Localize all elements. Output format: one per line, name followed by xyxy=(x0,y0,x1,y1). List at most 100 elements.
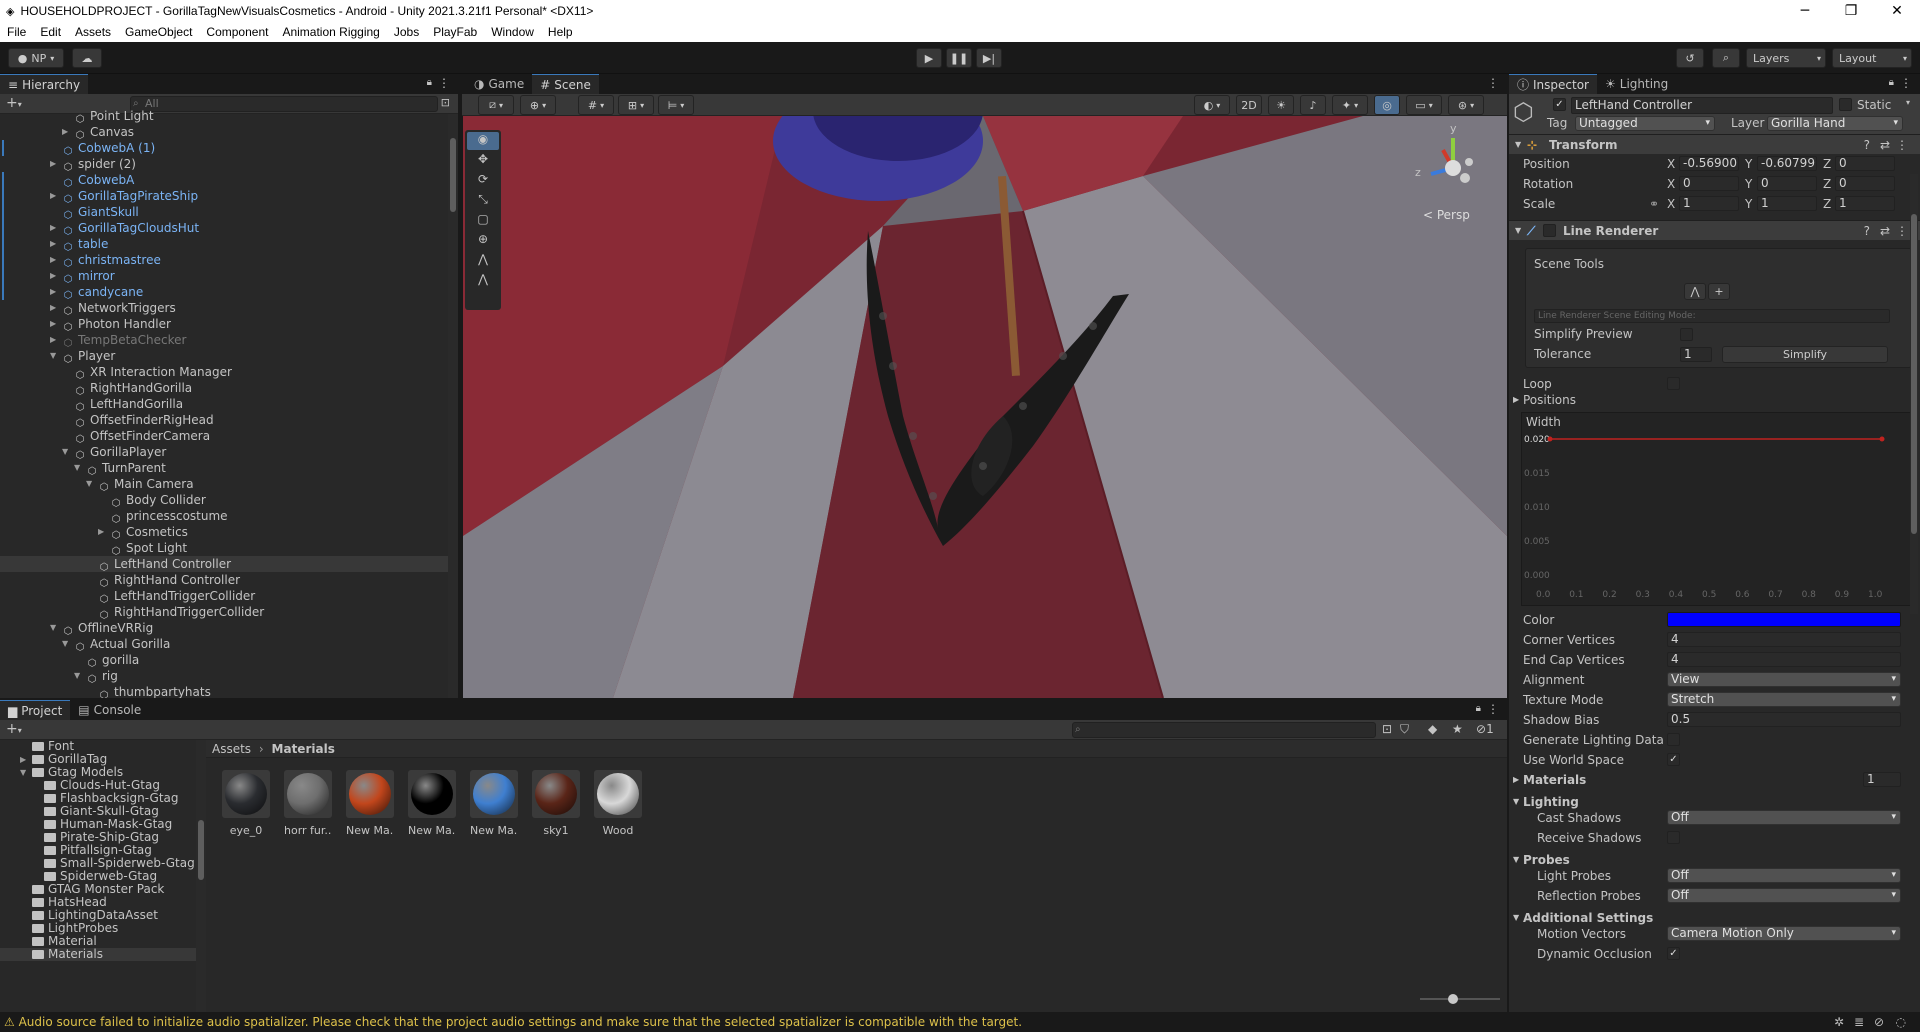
width-curve-key[interactable] xyxy=(1879,436,1885,442)
tag-dropdown[interactable]: Untagged xyxy=(1575,116,1715,131)
maximize-icon[interactable]: ❐ xyxy=(1828,3,1874,19)
hierarchy-item[interactable]: ⬡ LeftHandGorilla xyxy=(0,396,458,413)
expand-right-icon[interactable]: ▶ xyxy=(50,220,56,236)
global-local-dropdown[interactable]: ⊕ ▾ xyxy=(520,95,556,115)
server-icon[interactable]: ≣ xyxy=(1854,1012,1864,1032)
tab-console[interactable]: ▤ Console xyxy=(70,700,149,720)
hierarchy-item[interactable]: ⬡ gorilla xyxy=(0,652,458,669)
tab-inspector[interactable]: ⓘ Inspector xyxy=(1509,74,1597,94)
orientation-gizmo[interactable]: y z xyxy=(1413,122,1493,206)
hierarchy-item[interactable]: ▼ ⬡ OfflineVRRig xyxy=(0,620,458,637)
project-more-icon[interactable]: ⋮ xyxy=(1487,702,1499,716)
scale-tool-button[interactable]: ⤡ xyxy=(467,192,499,210)
materials-size-field[interactable]: 1 xyxy=(1863,772,1901,787)
hierarchy-item[interactable]: ▶ ⬡ NetworkTriggers xyxy=(0,300,458,317)
breadcrumb-assets[interactable]: Assets xyxy=(212,742,251,756)
hidden-packages-icon[interactable]: ⊘1 xyxy=(1476,722,1494,736)
rect-tool-button[interactable]: ▢ xyxy=(467,212,499,230)
hierarchy-item[interactable]: ⬡ GiantSkull xyxy=(0,204,458,221)
expand-right-icon[interactable]: ▶ xyxy=(20,753,26,766)
create-points-button[interactable]: ⋀ xyxy=(467,272,499,290)
hierarchy-item[interactable]: ▼ ⬡ Main Camera xyxy=(0,476,458,493)
hierarchy-item[interactable]: ▼ ⬡ rig xyxy=(0,668,458,685)
position-z-field[interactable]: 0 xyxy=(1835,156,1895,171)
folder-item[interactable]: Materials xyxy=(0,948,198,961)
hierarchy-item[interactable]: ⬡ Spot Light xyxy=(0,540,458,557)
rotation-y-field[interactable]: 0 xyxy=(1757,176,1817,191)
corner-vertices-field[interactable]: 4 xyxy=(1667,632,1901,647)
hierarchy-item[interactable]: ▼ ⬡ Player xyxy=(0,348,458,365)
view-tool-button[interactable]: ◉ xyxy=(467,132,499,150)
component-more-icon[interactable]: ⋮ xyxy=(1896,135,1908,155)
expand-right-icon[interactable]: ▶ xyxy=(50,316,56,332)
inspector-scrollbar[interactable] xyxy=(1910,174,1918,614)
link-icon[interactable]: ⚭ xyxy=(1649,196,1659,212)
asset-item[interactable]: horr fur... xyxy=(284,770,332,837)
help-icon[interactable]: ? xyxy=(1864,135,1870,155)
2d-toggle[interactable]: 2D xyxy=(1236,95,1262,115)
presets-icon[interactable]: ⇄ xyxy=(1880,135,1890,155)
expand-right-icon[interactable]: ▶ xyxy=(1513,772,1519,788)
rotate-tool-button[interactable]: ⟳ xyxy=(467,172,499,190)
camera-dropdown[interactable]: ▭ ▾ xyxy=(1406,95,1442,115)
tag-icon[interactable]: ◆ xyxy=(1428,722,1437,736)
expand-right-icon[interactable]: ▶ xyxy=(50,300,56,316)
projection-label[interactable]: < Persp xyxy=(1423,208,1470,222)
expand-right-icon[interactable]: ▶ xyxy=(98,524,104,540)
asset-item[interactable]: New Ma... xyxy=(346,770,394,837)
asset-item[interactable]: New Ma... xyxy=(408,770,456,837)
hidden-objects-toggle[interactable]: ◎ xyxy=(1374,95,1400,115)
hierarchy-item[interactable]: ▶ ⬡ GorillaTagCloudsHut xyxy=(0,220,458,237)
simplify-button[interactable]: Simplify xyxy=(1722,346,1888,363)
expand-right-icon[interactable]: ▶ xyxy=(50,284,56,300)
transform-tool-button[interactable]: ⊕ xyxy=(467,232,499,250)
expand-right-icon[interactable]: ▶ xyxy=(50,156,56,172)
generate-lighting-data-checkbox[interactable] xyxy=(1667,733,1680,746)
expand-right-icon[interactable]: ▶ xyxy=(50,236,56,252)
menu-help[interactable]: Help xyxy=(541,25,580,39)
transform-header[interactable]: ▼ ⊹ Transform ? ⇄ ⋮ xyxy=(1509,134,1920,154)
hierarchy-item[interactable]: ⬡ Body Collider xyxy=(0,492,458,509)
probes-group[interactable]: ▼ Probes xyxy=(1509,852,1920,868)
static-checkbox[interactable] xyxy=(1839,98,1852,111)
hierarchy-item[interactable]: ⬡ Point Light xyxy=(0,108,458,125)
layout-dropdown[interactable]: Layout ▾ xyxy=(1832,48,1912,68)
loop-checkbox[interactable] xyxy=(1667,377,1680,390)
object-name-field[interactable]: LeftHand Controller xyxy=(1571,97,1833,114)
asset-item[interactable]: New Ma... xyxy=(470,770,518,837)
zoom-slider[interactable] xyxy=(1420,994,1500,1004)
draw-mode-dropdown[interactable]: ⧄ ▾ xyxy=(478,95,514,115)
auto-generate-icon[interactable]: ⊘ xyxy=(1874,1012,1884,1032)
hierarchy-item[interactable]: ⬡ XR Interaction Manager xyxy=(0,364,458,381)
menu-component[interactable]: Component xyxy=(199,25,275,39)
more-icon[interactable]: ⋮ xyxy=(438,76,450,90)
static-dropdown[interactable]: ▾ xyxy=(1906,98,1910,107)
minimize-icon[interactable]: ─ xyxy=(1782,3,1828,19)
presets-icon[interactable]: ⇄ xyxy=(1880,221,1890,241)
hierarchy-item[interactable]: ⬡ RightHand Controller xyxy=(0,572,458,589)
hierarchy-item[interactable]: ▼ ⬡ Actual Gorilla xyxy=(0,636,458,653)
expand-down-icon[interactable]: ▼ xyxy=(62,444,68,460)
hierarchy-item[interactable]: ⬡ thumbpartyhats xyxy=(0,684,458,698)
hierarchy-item[interactable]: ▶ ⬡ TempBetaChecker xyxy=(0,332,458,349)
folder-tree-scrollbar[interactable] xyxy=(196,740,206,1012)
menu-window[interactable]: Window xyxy=(484,25,541,39)
align-dropdown[interactable]: ⊨ ▾ xyxy=(658,95,694,115)
cast-shadows-dropdown[interactable]: Off xyxy=(1667,810,1901,825)
status-bar[interactable]: ⚠ Audio source failed to initialize audi… xyxy=(0,1012,1920,1032)
shadow-bias-field[interactable]: 0.5 xyxy=(1667,712,1901,727)
filter-label-icon[interactable]: ⛉ xyxy=(1400,722,1409,737)
hierarchy-item[interactable]: ⬡ RightHandGorilla xyxy=(0,380,458,397)
expand-down-icon[interactable]: ▼ xyxy=(86,476,92,492)
line-renderer-enabled-checkbox[interactable] xyxy=(1543,224,1556,237)
positions-row[interactable]: ▶ Positions xyxy=(1509,392,1920,408)
menu-animation-rigging[interactable]: Animation Rigging xyxy=(275,25,386,39)
tab-hierarchy[interactable]: ≡ Hierarchy xyxy=(0,74,89,94)
progress-icon[interactable]: ◌ xyxy=(1896,1012,1906,1032)
reflection-probes-dropdown[interactable]: Off xyxy=(1667,888,1901,903)
inspector-more-icon[interactable]: ⋮ xyxy=(1900,76,1912,90)
rotation-x-field[interactable]: 0 xyxy=(1679,176,1739,191)
create-points-tool-button[interactable]: + xyxy=(1708,283,1730,300)
scene-more-icon[interactable]: ⋮ xyxy=(1487,76,1499,90)
hierarchy-item[interactable]: ⬡ CobwebA xyxy=(0,172,458,189)
